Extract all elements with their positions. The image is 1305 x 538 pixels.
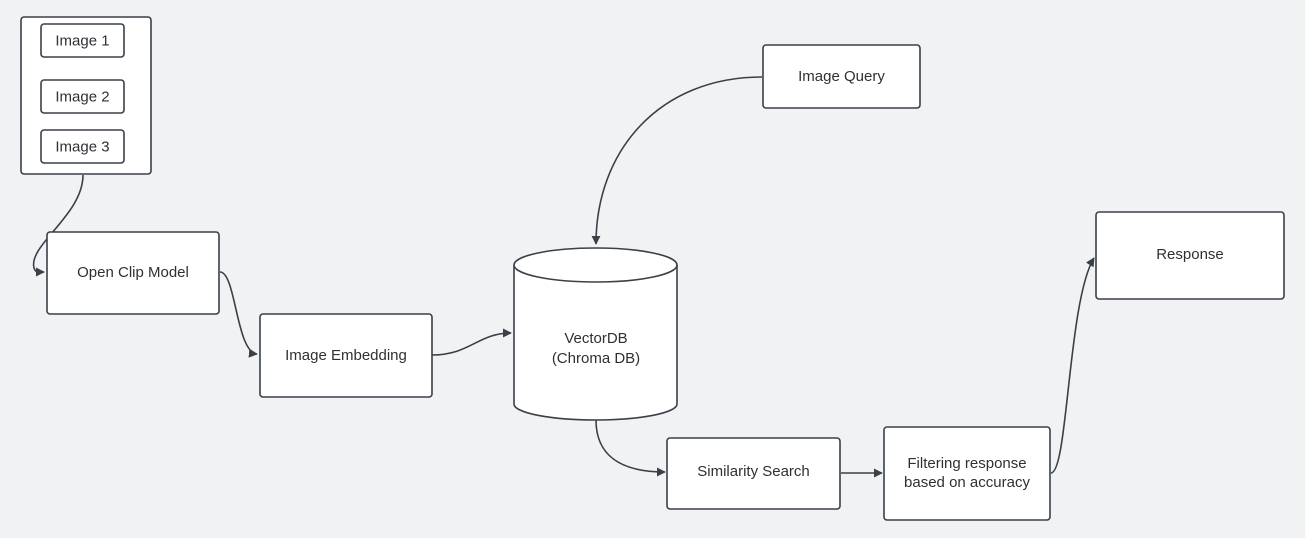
node-label-line-2: (Chroma DB) <box>552 350 640 367</box>
edge-query-to-vectordb[interactable] <box>591 76 763 245</box>
node-open-clip-model[interactable]: Open Clip Model <box>46 231 220 315</box>
node-label: Image Query <box>798 68 885 85</box>
node-vectordb[interactable]: VectorDB (Chroma DB) <box>513 247 678 421</box>
edge-filtering-to-response[interactable] <box>1050 257 1095 474</box>
edge-embedding-to-vectordb[interactable] <box>431 328 512 356</box>
node-label-line-1: Filtering response <box>907 455 1026 472</box>
node-label: Similarity Search <box>697 463 810 480</box>
image-group[interactable]: Image 1 Image 2 Image 3 <box>20 16 152 175</box>
node-image-query[interactable]: Image Query <box>762 44 921 109</box>
image-item-1[interactable]: Image 1 <box>40 23 125 58</box>
flow-diagram: Image 1 Image 2 Image 3 Open Clip Model … <box>20 16 1285 521</box>
node-label-line-1: VectorDB <box>564 330 627 347</box>
node-filtering-response[interactable]: Filtering response based on accuracy <box>883 426 1051 521</box>
node-label-line-2: based on accuracy <box>904 474 1030 491</box>
image-item-label: Image 2 <box>55 89 109 106</box>
node-similarity-search[interactable]: Similarity Search <box>666 437 841 510</box>
image-item-3[interactable]: Image 3 <box>40 129 125 164</box>
image-item-label: Image 1 <box>55 33 109 50</box>
node-label: Open Clip Model <box>77 264 189 281</box>
node-label: Image Embedding <box>285 347 407 364</box>
node-label: Response <box>1156 246 1224 263</box>
node-response[interactable]: Response <box>1095 211 1285 300</box>
node-image-embedding[interactable]: Image Embedding <box>259 313 433 398</box>
image-item-label: Image 3 <box>55 139 109 156</box>
edge-vectordb-to-similarity[interactable] <box>595 419 666 477</box>
image-item-2[interactable]: Image 2 <box>40 79 125 114</box>
edge-openclip-to-embedding[interactable] <box>219 271 258 358</box>
